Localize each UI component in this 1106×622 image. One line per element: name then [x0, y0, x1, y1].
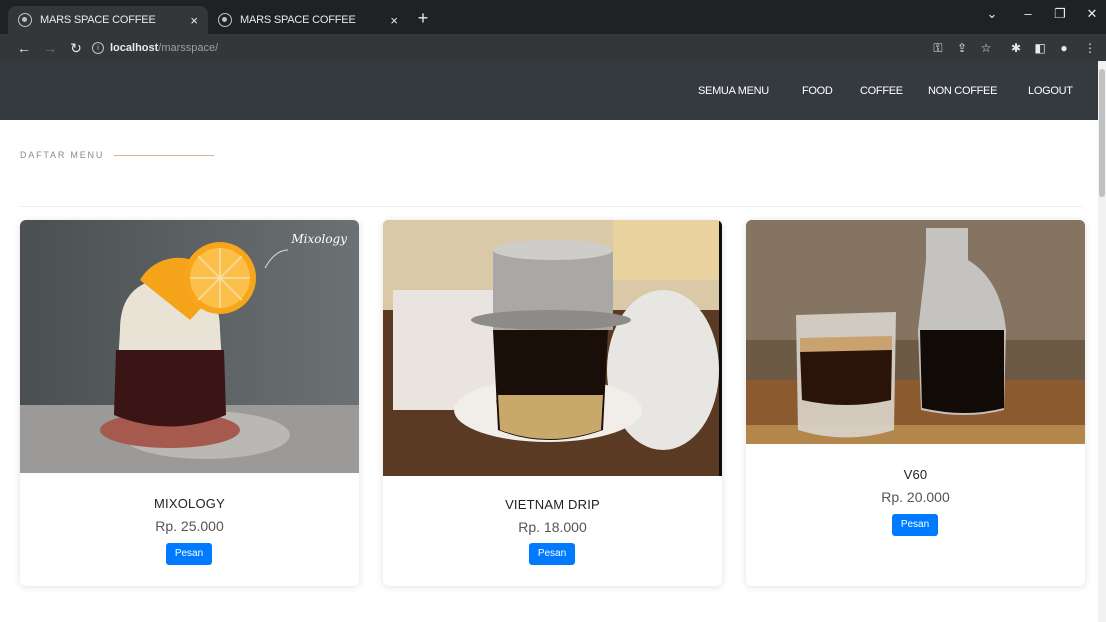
- menu-icon[interactable]: ⋮: [1080, 38, 1100, 58]
- back-icon[interactable]: ←: [14, 38, 34, 58]
- divider: [20, 206, 1083, 207]
- close-tab-icon[interactable]: ×: [390, 13, 398, 28]
- nav-non-coffee[interactable]: NON COFFEE: [928, 85, 997, 97]
- image-caption: Mixology: [291, 232, 347, 246]
- bookmark-star-icon[interactable]: ☆: [976, 38, 996, 58]
- product-name: V60: [903, 467, 928, 482]
- product-name: VIETNAM DRIP: [505, 497, 600, 512]
- product-image-mixology: Mixology: [20, 220, 359, 473]
- browser-tab-strip: MARS SPACE COFFEE × MARS SPACE COFFEE × …: [0, 0, 1106, 34]
- product-image-v60: [746, 220, 1085, 444]
- address-bar[interactable]: i localhost/marsspace/: [92, 37, 912, 58]
- nav-logout[interactable]: LOGOUT: [1028, 85, 1073, 97]
- extensions-icon[interactable]: ✱: [1006, 38, 1026, 58]
- site-navbar: SEMUA MENU FOOD COFFEE NON COFFEE LOGOUT: [0, 61, 1098, 120]
- forward-icon[interactable]: →: [40, 38, 60, 58]
- nav-food[interactable]: FOOD: [802, 85, 833, 97]
- url-host: localhost: [110, 41, 159, 54]
- nav-coffee[interactable]: COFFEE: [860, 85, 903, 97]
- product-price: Rp. 20.000: [881, 489, 950, 505]
- pesan-button[interactable]: Pesan: [892, 514, 938, 536]
- tab-title: MARS SPACE COFFEE: [240, 14, 356, 26]
- globe-icon: [218, 13, 232, 27]
- pesan-button[interactable]: Pesan: [529, 543, 575, 565]
- section-heading: DAFTAR MENU: [20, 150, 215, 160]
- tab-search-icon[interactable]: ⌄: [980, 6, 1004, 22]
- url-path: /marsspace/: [158, 41, 219, 54]
- product-name: MIXOLOGY: [154, 496, 225, 511]
- info-icon[interactable]: i: [92, 41, 104, 54]
- product-card-mixology: Mixology MIXOLOGY Rp. 25.000 Pesan: [20, 220, 359, 586]
- nav-semua-menu[interactable]: SEMUA MENU: [698, 85, 769, 97]
- section-title: DAFTAR MENU: [20, 150, 105, 160]
- product-card-v60: V60 Rp. 20.000 Pesan: [746, 220, 1085, 586]
- minimize-icon[interactable]: –: [1016, 6, 1040, 21]
- product-card-vietnam-drip: VIETNAM DRIP Rp. 18.000 Pesan: [383, 220, 722, 586]
- tab-title: MARS SPACE COFFEE: [40, 14, 156, 26]
- globe-icon: [18, 13, 32, 27]
- page-scrollbar[interactable]: [1098, 61, 1106, 622]
- sidepanel-icon[interactable]: ◧: [1030, 38, 1050, 58]
- key-icon[interactable]: ⚿: [928, 38, 948, 58]
- product-price: Rp. 18.000: [518, 519, 587, 535]
- product-price: Rp. 25.000: [155, 518, 224, 534]
- restore-icon[interactable]: ❐: [1048, 6, 1072, 22]
- browser-tab[interactable]: MARS SPACE COFFEE ×: [208, 6, 408, 34]
- pesan-button[interactable]: Pesan: [166, 543, 212, 565]
- product-image-vietnam-drip: [383, 220, 722, 476]
- browser-tab-active[interactable]: MARS SPACE COFFEE ×: [8, 6, 208, 34]
- close-window-icon[interactable]: ✕: [1080, 6, 1104, 22]
- section-underline: [114, 154, 215, 156]
- close-tab-icon[interactable]: ×: [190, 13, 198, 28]
- reload-icon[interactable]: ↻: [66, 38, 86, 58]
- share-icon[interactable]: ⇪: [952, 38, 972, 58]
- scrollbar-thumb[interactable]: [1099, 69, 1105, 197]
- profile-icon[interactable]: ●: [1054, 38, 1074, 58]
- browser-toolbar: ← → ↻ i localhost/marsspace/ ⚿ ⇪ ☆ ✱ ◧ ●…: [0, 34, 1106, 61]
- new-tab-button[interactable]: +: [412, 8, 434, 30]
